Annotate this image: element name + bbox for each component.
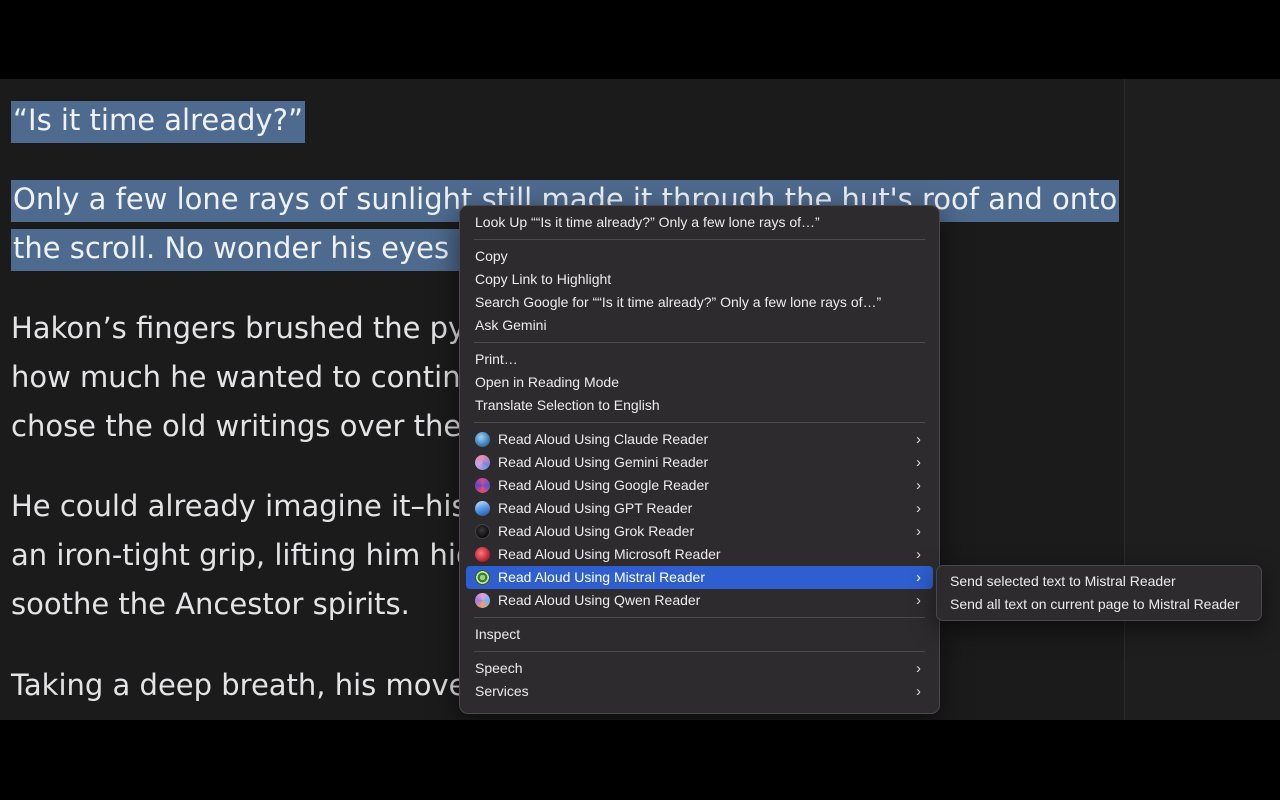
menu-item-label: Ask Gemini: [475, 317, 547, 333]
menu-separator: [474, 422, 925, 423]
menu-item-claude-reader[interactable]: Read Aloud Using Claude Reader ›: [466, 428, 933, 451]
chevron-right-icon: ›: [916, 523, 921, 540]
menu-item-gemini-reader[interactable]: Read Aloud Using Gemini Reader ›: [466, 451, 933, 474]
menu-separator: [474, 239, 925, 240]
menu-item-print[interactable]: Print…: [466, 348, 933, 371]
menu-item-label: Read Aloud Using Qwen Reader: [498, 592, 701, 608]
menu-item-copy-link[interactable]: Copy Link to Highlight: [466, 268, 933, 291]
claude-reader-icon: [475, 432, 490, 447]
chevron-right-icon: ›: [916, 500, 921, 517]
menu-item-search-google[interactable]: Search Google for ““Is it time already?”…: [466, 291, 933, 314]
highlighted-text[interactable]: “Is it time already?”: [11, 101, 305, 143]
menu-item-label: Inspect: [475, 626, 521, 642]
menu-item-gpt-reader[interactable]: Read Aloud Using GPT Reader ›: [466, 497, 933, 520]
google-reader-icon: [475, 478, 490, 493]
menu-separator: [474, 617, 925, 618]
menu-item-translate[interactable]: Translate Selection to English: [466, 394, 933, 417]
menu-item-label: Open in Reading Mode: [475, 374, 619, 390]
menu-item-microsoft-reader[interactable]: Read Aloud Using Microsoft Reader ›: [466, 543, 933, 566]
menu-item-copy[interactable]: Copy: [466, 245, 933, 268]
menu-item-label: Read Aloud Using Mistral Reader: [498, 569, 705, 585]
menu-item-services[interactable]: Services ›: [466, 680, 933, 703]
chevron-right-icon: ›: [916, 683, 921, 700]
menu-item-label: Read Aloud Using Claude Reader: [498, 431, 709, 447]
menu-separator: [474, 651, 925, 652]
submenu-item-send-selected[interactable]: Send selected text to Mistral Reader: [941, 570, 1257, 593]
menu-item-label: Read Aloud Using Microsoft Reader: [498, 546, 721, 562]
context-menu: Look Up ““Is it time already?” Only a fe…: [459, 205, 940, 714]
chevron-right-icon: ›: [916, 431, 921, 448]
highlighted-text[interactable]: the scroll. No wonder his eyes w: [11, 229, 484, 271]
menu-item-look-up[interactable]: Look Up ““Is it time already?” Only a fe…: [466, 211, 933, 234]
mistral-submenu: Send selected text to Mistral Reader Sen…: [936, 565, 1262, 621]
menu-item-reading-mode[interactable]: Open in Reading Mode: [466, 371, 933, 394]
menu-item-label: Services: [475, 683, 529, 699]
paragraph-1: “Is it time already?”: [11, 96, 1101, 145]
mistral-reader-icon: [475, 570, 490, 585]
menu-item-speech[interactable]: Speech ›: [466, 657, 933, 680]
menu-item-inspect[interactable]: Inspect: [466, 623, 933, 646]
chevron-right-icon: ›: [916, 592, 921, 609]
menu-item-label: Speech: [475, 660, 523, 676]
submenu-item-send-all[interactable]: Send all text on current page to Mistral…: [941, 593, 1257, 616]
qwen-reader-icon: [475, 593, 490, 608]
menu-item-google-reader[interactable]: Read Aloud Using Google Reader ›: [466, 474, 933, 497]
menu-item-label: Search Google for ““Is it time already?”…: [475, 294, 882, 310]
menu-separator: [474, 342, 925, 343]
gemini-reader-icon: [475, 455, 490, 470]
menu-item-grok-reader[interactable]: Read Aloud Using Grok Reader ›: [466, 520, 933, 543]
grok-reader-icon: [475, 524, 490, 539]
menu-item-ask-gemini[interactable]: Ask Gemini: [466, 314, 933, 337]
menu-item-label: Send all text on current page to Mistral…: [950, 596, 1240, 612]
menu-item-label: Read Aloud Using Grok Reader: [498, 523, 695, 539]
chevron-right-icon: ›: [916, 454, 921, 471]
chevron-right-icon: ›: [916, 477, 921, 494]
chevron-right-icon: ›: [916, 546, 921, 563]
chevron-right-icon: ›: [916, 569, 921, 586]
chevron-right-icon: ›: [916, 660, 921, 677]
gpt-reader-icon: [475, 501, 490, 516]
menu-item-label: Read Aloud Using GPT Reader: [498, 500, 693, 516]
menu-item-label: Print…: [475, 351, 518, 367]
menu-item-mistral-reader[interactable]: Read Aloud Using Mistral Reader ›: [466, 566, 933, 589]
menu-item-label: Translate Selection to English: [475, 397, 660, 413]
menu-item-label: Send selected text to Mistral Reader: [950, 573, 1176, 589]
menu-item-label: Copy Link to Highlight: [475, 271, 612, 287]
microsoft-reader-icon: [475, 547, 490, 562]
menu-item-qwen-reader[interactable]: Read Aloud Using Qwen Reader ›: [466, 589, 933, 612]
menu-item-label: Read Aloud Using Google Reader: [498, 477, 709, 493]
menu-item-label: Read Aloud Using Gemini Reader: [498, 454, 709, 470]
menu-item-label: Copy: [475, 248, 508, 264]
menu-item-label: Look Up ““Is it time already?” Only a fe…: [475, 214, 820, 230]
side-pane: [1124, 79, 1280, 720]
